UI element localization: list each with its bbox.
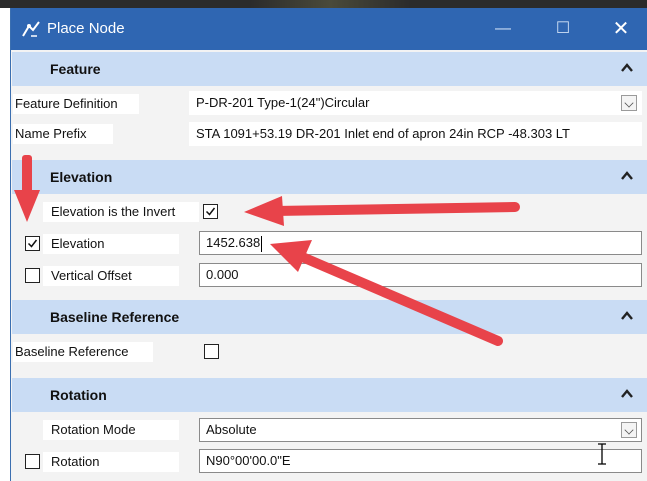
minimize-button[interactable]: — (483, 16, 523, 42)
ibeam-cursor-icon (598, 443, 606, 465)
feature-panel-title: Feature (50, 61, 101, 77)
elevation-checkbox[interactable] (25, 236, 40, 251)
name-prefix-label: Name Prefix (15, 126, 87, 141)
rotation-label: Rotation (51, 454, 100, 469)
checkmark-icon (205, 207, 216, 216)
background-app-strip (0, 0, 647, 8)
baseline-panel-title: Baseline Reference (50, 309, 180, 325)
dropdown-arrow-icon[interactable] (621, 95, 637, 111)
elevation-panel-header[interactable]: Elevation (12, 160, 647, 194)
rotation-mode-value: Absolute (206, 422, 257, 437)
rotation-panel-header[interactable]: Rotation (12, 378, 647, 412)
vertical-offset-checkbox[interactable] (25, 268, 40, 283)
rotation-checkbox[interactable] (25, 454, 40, 469)
feature-definition-label: Feature Definition (15, 96, 118, 111)
elevation-is-invert-checkbox[interactable] (203, 204, 218, 219)
collapse-chevron-icon[interactable] (620, 388, 634, 400)
baseline-reference-checkbox[interactable] (204, 344, 219, 359)
close-button[interactable]: ✕ (601, 16, 641, 42)
rotation-input[interactable]: N90°00'00.0"E (199, 449, 642, 473)
place-node-icon (22, 21, 40, 37)
elevation-panel-title: Elevation (50, 169, 113, 185)
window-title: Place Node (47, 20, 125, 37)
vertical-offset-input[interactable]: 0.000 (199, 263, 642, 287)
feature-definition-dropdown[interactable]: P-DR-201 Type-1(24")Circular (189, 91, 642, 115)
baseline-panel-header[interactable]: Baseline Reference (12, 300, 647, 334)
checkmark-icon (27, 239, 38, 248)
place-node-dialog: Place Node — ☐ ✕ Feature Feature Definit… (10, 8, 647, 481)
rotation-mode-label: Rotation Mode (51, 422, 136, 437)
collapse-chevron-icon[interactable] (620, 170, 634, 182)
vertical-offset-label: Vertical Offset (51, 268, 132, 283)
elevation-value: 1452.638 (206, 235, 261, 250)
elevation-label: Elevation (51, 236, 105, 251)
collapse-chevron-icon[interactable] (620, 310, 634, 322)
rotation-mode-dropdown[interactable]: Absolute (199, 418, 642, 442)
rotation-value: N90°00'00.0"E (206, 453, 291, 468)
collapse-chevron-icon[interactable] (620, 62, 634, 74)
dropdown-arrow-icon[interactable] (621, 422, 637, 438)
feature-definition-value: P-DR-201 Type-1(24")Circular (196, 95, 370, 110)
baseline-reference-label: Baseline Reference (15, 344, 129, 359)
vertical-offset-value: 0.000 (206, 267, 239, 282)
rotation-panel-title: Rotation (50, 387, 107, 403)
name-prefix-input[interactable]: STA 1091+53.19 DR-201 Inlet end of apron… (189, 122, 642, 146)
feature-panel-header[interactable]: Feature (12, 52, 647, 86)
elevation-is-invert-label: Elevation is the Invert (51, 204, 176, 219)
elevation-input[interactable]: 1452.638 (199, 231, 642, 255)
name-prefix-value: STA 1091+53.19 DR-201 Inlet end of apron… (196, 126, 570, 141)
maximize-button[interactable]: ☐ (543, 16, 583, 42)
text-caret (261, 235, 263, 252)
title-bar[interactable]: Place Node — ☐ ✕ (11, 8, 647, 50)
